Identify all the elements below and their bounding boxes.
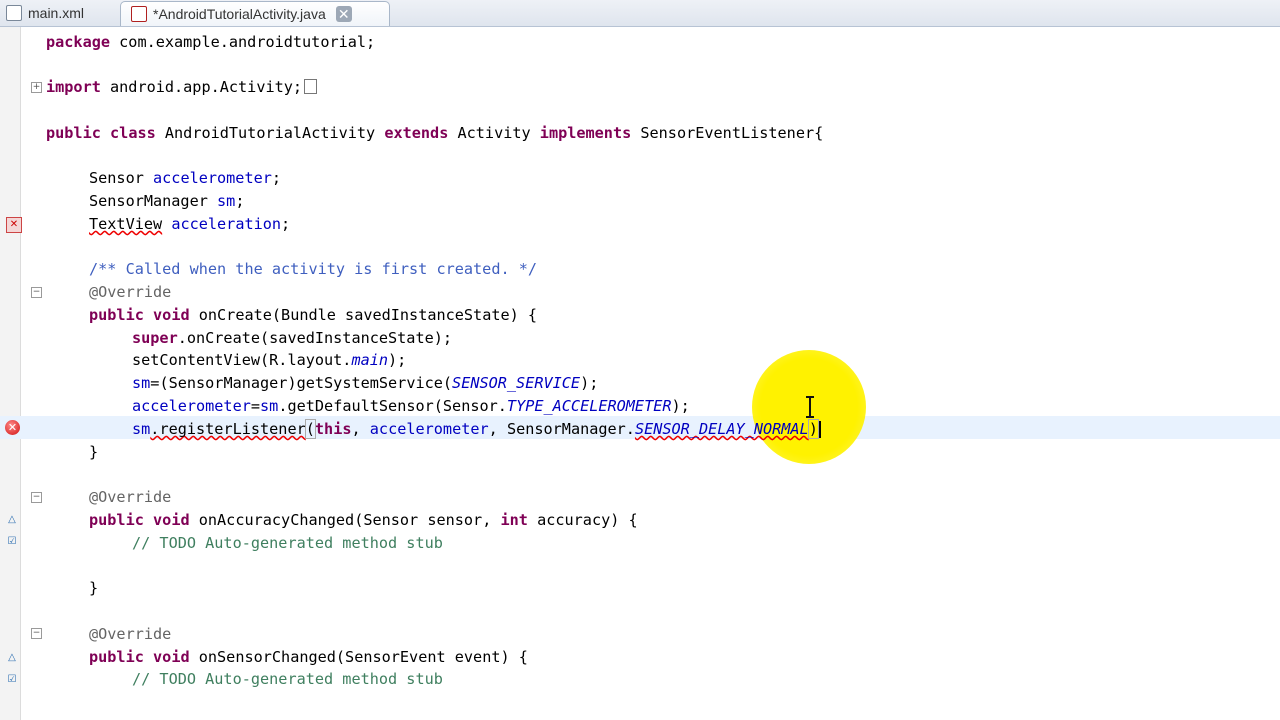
java-file-error-icon	[131, 6, 147, 22]
code-line: super.onCreate(savedInstanceState);	[132, 329, 453, 347]
code-annotation: @Override	[89, 283, 172, 301]
code-line: TextView acceleration;	[89, 215, 291, 233]
error-icon[interactable]: ✕	[5, 420, 20, 435]
error-marker-icon[interactable]: ✕	[6, 217, 22, 233]
code-editor[interactable]: package com.example.androidtutorial; imp…	[46, 27, 1280, 720]
editor-tab-bar: main.xml *AndroidTutorialActivity.java ✕	[0, 0, 1280, 27]
tab-label: *AndroidTutorialActivity.java	[153, 6, 326, 22]
close-tab-icon[interactable]: ✕	[335, 6, 352, 22]
task-icon[interactable]: ☑	[5, 537, 19, 547]
ibeam-cursor-icon	[806, 396, 814, 418]
code-line: import android.app.Activity;	[46, 76, 318, 99]
xml-file-icon	[6, 5, 22, 21]
expand-fold-icon[interactable]: +	[31, 82, 42, 93]
tab-label: main.xml	[28, 5, 85, 21]
code-line: public class AndroidTutorialActivity ext…	[46, 124, 824, 142]
tab-android-tutorial-activity[interactable]: *AndroidTutorialActivity.java ✕	[120, 1, 390, 26]
code-comment: /** Called when the activity is first cr…	[89, 260, 538, 278]
collapsed-imports-icon[interactable]	[304, 79, 318, 94]
task-icon[interactable]: ☑	[5, 675, 19, 685]
code-line: setContentView(R.layout.main);	[132, 351, 407, 369]
collapse-fold-icon[interactable]: −	[31, 287, 42, 298]
code-line: accelerometer=sm.getDefaultSensor(Sensor…	[132, 397, 690, 415]
tab-main-xml[interactable]: main.xml	[6, 0, 114, 26]
code-line: package com.example.androidtutorial;	[46, 33, 376, 51]
code-line: public void onCreate(Bundle savedInstanc…	[89, 306, 538, 324]
collapse-fold-icon[interactable]: −	[31, 628, 42, 639]
annotation-ruler[interactable]	[0, 27, 21, 720]
collapse-fold-icon[interactable]: −	[31, 492, 42, 503]
warning-triangle-icon[interactable]: △	[5, 653, 19, 663]
code-line: Sensor accelerometer;	[89, 169, 282, 187]
code-line: sm=(SensorManager)getSystemService(SENSO…	[132, 374, 599, 392]
code-line: SensorManager sm;	[89, 192, 245, 210]
warning-triangle-icon[interactable]: △	[5, 515, 19, 525]
folding-ruler	[21, 27, 45, 720]
